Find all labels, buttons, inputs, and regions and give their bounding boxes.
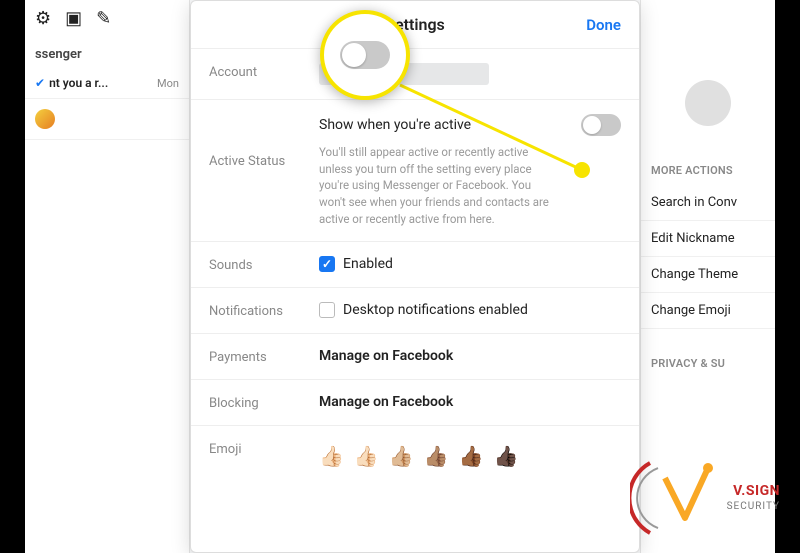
avatar — [685, 80, 731, 126]
blocking-label: Blocking — [209, 394, 309, 411]
payments-link[interactable]: Manage on Facebook — [319, 348, 621, 364]
conversation-time: Mon — [157, 77, 179, 90]
notifications-checkbox[interactable] — [319, 302, 335, 318]
watermark-subtitle: SECURITY — [727, 501, 780, 512]
settings-modal: Settings Done Account Active Status Show… — [190, 0, 640, 553]
new-video-icon[interactable]: ▣ — [65, 8, 82, 29]
thumb-default-icon[interactable]: 👍🏻 — [319, 444, 344, 468]
active-status-title: Show when you're active — [319, 117, 471, 133]
callout-target-dot — [574, 162, 590, 178]
callout-toggle-knob — [342, 43, 366, 67]
gear-icon[interactable]: ⚙ — [35, 8, 51, 29]
account-row: Account — [191, 49, 639, 100]
conversation-item[interactable] — [25, 99, 189, 140]
thumb-medium-dark-icon[interactable]: 👍🏾 — [459, 444, 484, 468]
verified-badge-icon: ✔ — [35, 76, 45, 90]
compose-icon[interactable]: ✎ — [96, 8, 111, 29]
section-header-more-actions: MORE ACTIONS — [641, 156, 775, 185]
thumb-medium-light-icon[interactable]: 👍🏼 — [389, 444, 414, 468]
active-status-label: Active Status — [209, 114, 309, 169]
callout-toggle-icon — [340, 41, 390, 69]
toggle-knob — [583, 116, 601, 134]
change-theme-link[interactable]: Change Theme — [641, 257, 775, 293]
letterbox-left — [0, 0, 25, 553]
sounds-row: Sounds Enabled — [191, 242, 639, 288]
search-in-conversation-link[interactable]: Search in Conv — [641, 185, 775, 221]
done-button[interactable]: Done — [586, 16, 621, 34]
active-status-description: You'll still appear active or recently a… — [319, 144, 559, 227]
active-status-row: Active Status Show when you're active Yo… — [191, 100, 639, 242]
thumb-medium-icon[interactable]: 👍🏽 — [424, 444, 449, 468]
blocking-row: Blocking Manage on Facebook — [191, 380, 639, 426]
change-emoji-link[interactable]: Change Emoji — [641, 293, 775, 329]
thumb-dark-icon[interactable]: 👍🏿 — [494, 444, 519, 468]
blocking-link[interactable]: Manage on Facebook — [319, 394, 621, 410]
conversation-item[interactable]: ✔ nt you a r... Mon — [25, 68, 189, 99]
emoji-label: Emoji — [209, 440, 309, 457]
edit-nickname-link[interactable]: Edit Nickname — [641, 221, 775, 257]
notifications-label: Notifications — [209, 302, 309, 319]
notifications-value: Desktop notifications enabled — [343, 302, 528, 318]
messenger-sidebar: ⚙ ▣ ✎ ssenger ✔ nt you a r... Mon — [25, 0, 190, 553]
payments-label: Payments — [209, 348, 309, 365]
thumb-light-icon[interactable]: 👍🏻 — [354, 444, 379, 468]
avatar — [35, 109, 55, 129]
conversation-preview: nt you a r... — [49, 76, 153, 90]
modal-header: Settings Done — [191, 1, 639, 49]
sounds-label: Sounds — [209, 256, 309, 273]
sounds-value: Enabled — [343, 256, 393, 272]
emoji-row: Emoji 👍🏻 👍🏻 👍🏼 👍🏽 👍🏾 👍🏿 — [191, 426, 639, 482]
notifications-row: Notifications Desktop notifications enab… — [191, 288, 639, 334]
watermark-brand: V.SIGN — [733, 483, 780, 499]
app-title-partial: ssenger — [25, 37, 189, 68]
payments-row: Payments Manage on Facebook — [191, 334, 639, 380]
account-label: Account — [209, 63, 309, 80]
emoji-skin-tone-picker: 👍🏻 👍🏻 👍🏼 👍🏽 👍🏾 👍🏿 — [319, 440, 621, 468]
sounds-checkbox[interactable] — [319, 256, 335, 272]
active-status-toggle[interactable] — [581, 114, 621, 136]
section-header-privacy: PRIVACY & SU — [641, 349, 775, 378]
watermark-logo: V.SIGN SECURITY — [630, 453, 780, 543]
callout-zoom-circle — [320, 10, 410, 100]
